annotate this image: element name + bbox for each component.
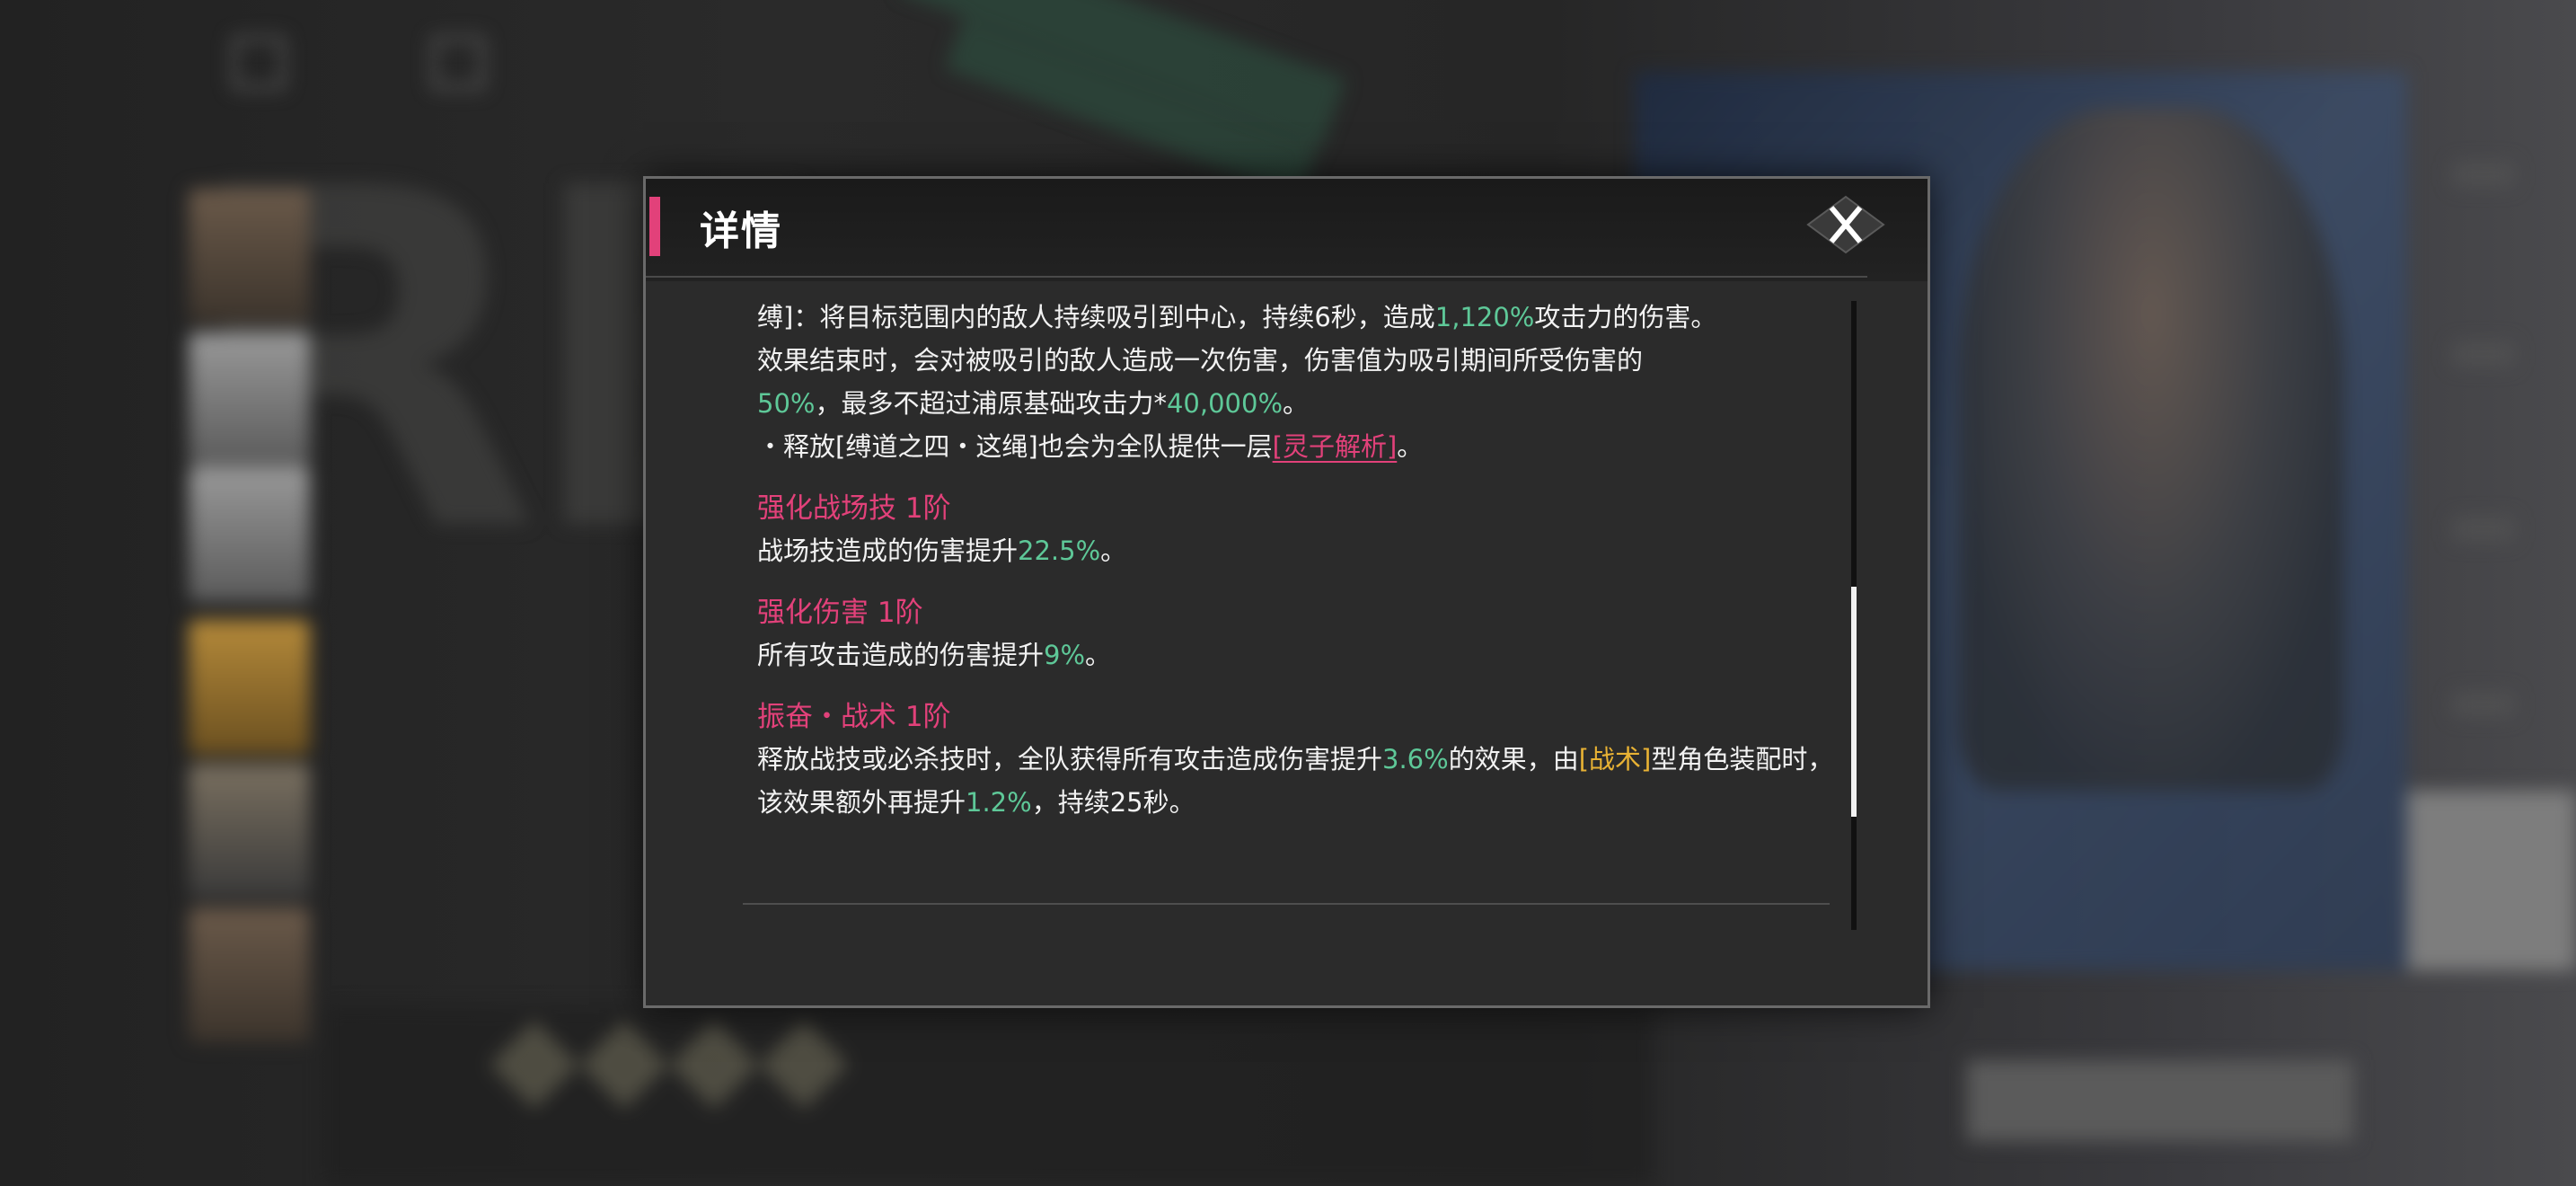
description-line: 50%，最多不超过浦原基础攻击力*40,000%。: [757, 388, 1310, 419]
spirit-analysis-link[interactable]: [灵子解析]: [1273, 431, 1398, 462]
value-highlight: 50%: [757, 388, 816, 419]
close-x-icon: [1806, 195, 1885, 254]
content-divider: [743, 903, 1830, 905]
section-body: 战场技造成的伤害提升22.5%。: [757, 535, 1127, 566]
section-title: 强化战场技 1阶: [757, 492, 951, 525]
header-divider: [646, 276, 1867, 278]
value-highlight: 22.5%: [1018, 535, 1101, 566]
details-dialog: 详情 缚]：将目标范围内的敌人持续吸引到中心，持续6秒，造成1,120%攻击力的…: [643, 176, 1930, 1008]
section-body: 释放战技或必杀技时，全队获得所有攻击造成伤害提升3.6%的效果，由[战术]型角色…: [757, 744, 1834, 818]
description-line: 效果结束时，会对被吸引的敌人造成一次伤害，伤害值为吸引期间所受伤害的: [757, 345, 1644, 376]
value-highlight: 3.6%: [1382, 744, 1449, 774]
value-highlight: 1.2%: [966, 787, 1032, 818]
close-button[interactable]: [1804, 195, 1887, 254]
section-title: 振奋・战术 1阶: [757, 701, 951, 733]
tactics-tag: [战术]: [1578, 744, 1652, 774]
value-highlight: 1,120%: [1434, 302, 1535, 332]
dialog-header: 详情: [646, 179, 1928, 281]
description-line: ・释放[缚道之四・这绳]也会为全队提供一层[灵子解析]。: [757, 431, 1424, 462]
value-highlight: 9%: [1044, 640, 1086, 670]
section-title: 强化伤害 1阶: [757, 597, 923, 629]
section-body: 所有攻击造成的伤害提升9%。: [757, 640, 1112, 670]
dialog-title: 详情: [700, 208, 782, 254]
title-accent-bar: [649, 197, 660, 256]
details-content: 缚]：将目标范围内的敌人持续吸引到中心，持续6秒，造成1,120%攻击力的伤害。…: [757, 296, 1853, 907]
value-highlight: 40,000%: [1166, 388, 1284, 419]
scrollbar-thumb[interactable]: [1851, 587, 1857, 817]
description-line: 缚]：将目标范围内的敌人持续吸引到中心，持续6秒，造成1,120%攻击力的伤害。: [757, 302, 1717, 332]
